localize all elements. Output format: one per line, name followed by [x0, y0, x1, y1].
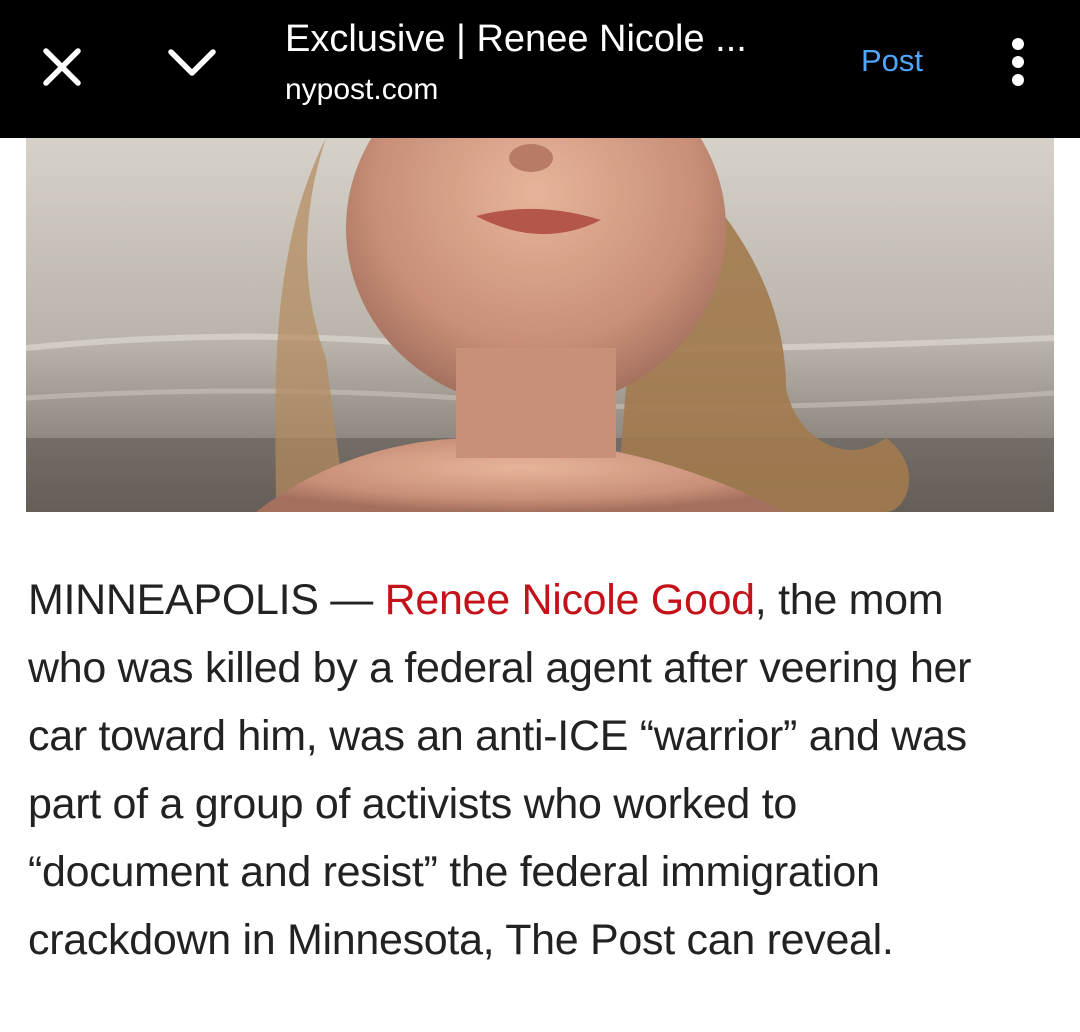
- page-domain: nypost.com: [285, 73, 439, 106]
- article-line-5: “document and resist” the federal immigr…: [28, 848, 880, 896]
- page-title: Exclusive | Renee Nicole ...: [285, 18, 747, 60]
- more-options-button[interactable]: [990, 34, 1046, 90]
- article-line-6: crackdown in Minnesota, The Post can rev…: [28, 916, 894, 964]
- article-body: MINNEAPOLIS — Renee Nicole Good, the mom…: [28, 566, 1058, 974]
- collapse-button[interactable]: [156, 30, 228, 94]
- article-line-3: car toward him, was an anti-ICE “warrior…: [28, 712, 967, 760]
- person-link[interactable]: Renee Nicole Good: [385, 576, 755, 624]
- more-vertical-icon: [1012, 35, 1024, 89]
- article-line-2: who was killed by a federal agent after …: [28, 644, 972, 692]
- page-info[interactable]: Exclusive | Renee Nicole ... nypost.com: [285, 14, 825, 112]
- close-icon: [43, 48, 81, 86]
- dateline: MINNEAPOLIS —: [28, 576, 385, 624]
- article-photo: [26, 138, 1054, 512]
- chevron-down-icon: [168, 49, 216, 76]
- post-button[interactable]: Post: [846, 38, 938, 84]
- custom-tab-toolbar: Exclusive | Renee Nicole ... nypost.com …: [0, 0, 1080, 138]
- close-button[interactable]: [30, 35, 94, 99]
- article-line-4: part of a group of activists who worked …: [28, 780, 797, 828]
- article-line-1: , the mom: [754, 576, 944, 624]
